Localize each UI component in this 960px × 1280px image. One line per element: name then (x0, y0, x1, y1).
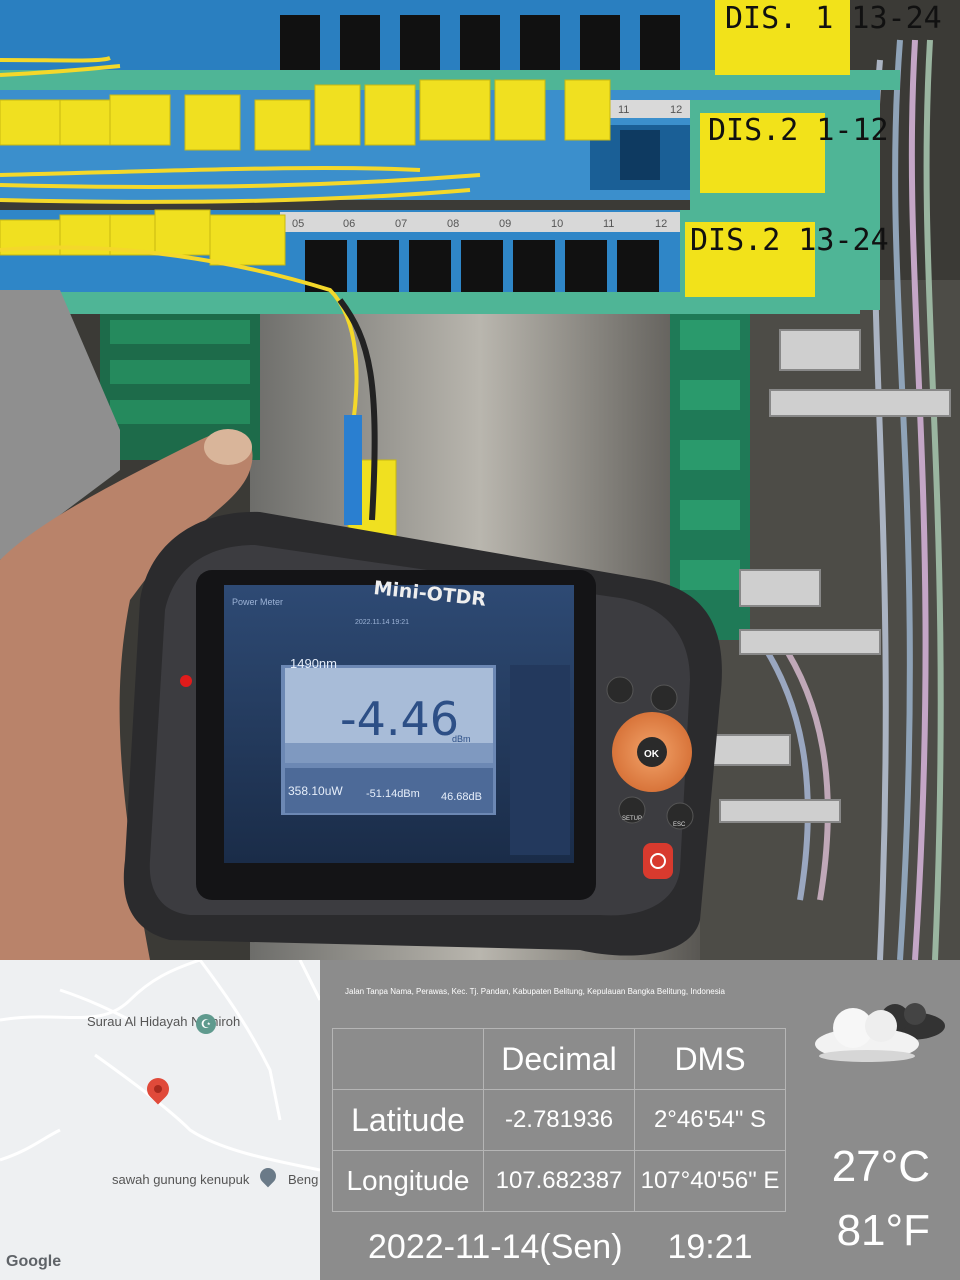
device-sub-reading: 358.10uW (288, 784, 343, 798)
table-corner-cell (332, 1028, 484, 1090)
latitude-dms: 2°46'54" S (634, 1089, 786, 1151)
temperature-fahrenheit: 81°F (836, 1206, 930, 1255)
longitude-decimal: 107.682387 (483, 1150, 635, 1212)
port-number: 12 (655, 218, 667, 230)
port-number: 12 (670, 104, 682, 116)
map-roads (0, 960, 320, 1172)
photo-scene: DIS. 1 13-24 DIS.2 1-12 DIS.2 13-24 11 1… (0, 0, 960, 960)
decimal-header: Decimal (483, 1028, 635, 1090)
map-place-surau: Surau Al Hidayah Namiroh (87, 1014, 241, 1029)
table-row: Decimal DMS (332, 1028, 786, 1090)
port-number: 11 (618, 104, 629, 116)
capture-datetime: 2022-11-14(Sen) 19:21 (368, 1228, 753, 1267)
table-row: Latitude -2.781936 2°46'54" S (332, 1089, 786, 1151)
capture-time: 19:21 (667, 1228, 753, 1266)
setup-button-label: SETUP (622, 816, 642, 822)
panel-label-1: DIS. 1 13-24 (725, 1, 942, 36)
address-text: Jalan Tanpa Nama, Perawas, Kec. Tj. Pand… (345, 987, 725, 996)
capture-date: 2022-11-14(Sen) (368, 1228, 623, 1266)
port-number: 09 (499, 218, 511, 230)
cloud-night-icon (815, 996, 950, 1066)
map-thumbnail[interactable]: Surau Al Hidayah Namiroh ☪ sawah gunung … (0, 960, 320, 1280)
port-number: 05 (292, 218, 304, 230)
device-sub-reading: 46.68dB (441, 791, 482, 803)
panel-label-2: DIS.2 1-12 (708, 113, 889, 148)
status-led (180, 675, 192, 687)
ok-button-label: OK (644, 749, 660, 760)
device-reading: -4.46 (340, 692, 459, 746)
port-number: 11 (603, 218, 614, 230)
longitude-label: Longitude (332, 1150, 484, 1212)
sc-connector (344, 415, 362, 525)
device-timestamp: 2022.11.14 19:21 (355, 619, 409, 626)
dms-header: DMS (634, 1028, 786, 1090)
port-number: 10 (551, 218, 563, 230)
latitude-decimal: -2.781936 (483, 1089, 635, 1151)
longitude-dms: 107°40'56" E (634, 1150, 786, 1212)
table-row: Longitude 107.682387 107°40'56" E (332, 1150, 786, 1212)
esc-button-label: ESC (673, 822, 686, 828)
map-place-beng: Beng (288, 1172, 319, 1187)
port-number: 07 (395, 218, 407, 230)
device-sub-reading: -51.14dBm (366, 788, 420, 800)
coordinates-table: Decimal DMS Latitude -2.781936 2°46'54" … (332, 1028, 786, 1212)
photo: DIS. 1 13-24 DIS.2 1-12 DIS.2 13-24 11 1… (0, 0, 960, 960)
port-number: 06 (343, 218, 355, 230)
thumbnail (204, 429, 252, 465)
panel-label-3: DIS.2 13-24 (690, 223, 889, 258)
device-wavelength: 1490nm (290, 656, 337, 671)
google-logo: Google (6, 1253, 62, 1270)
latitude-label: Latitude (332, 1089, 484, 1151)
device-mode: Power Meter (232, 597, 283, 607)
mosque-icon: ☪ (196, 1014, 216, 1034)
temperature-celsius: 27°C (831, 1142, 930, 1191)
location-info-panel: Jalan Tanpa Nama, Perawas, Kec. Tj. Pand… (320, 960, 960, 1280)
power-icon (643, 843, 673, 879)
map-place-sawah: sawah gunung kenupuk (112, 1172, 250, 1187)
port-number: 08 (447, 218, 459, 230)
device-reading-unit: dBm (452, 734, 471, 744)
